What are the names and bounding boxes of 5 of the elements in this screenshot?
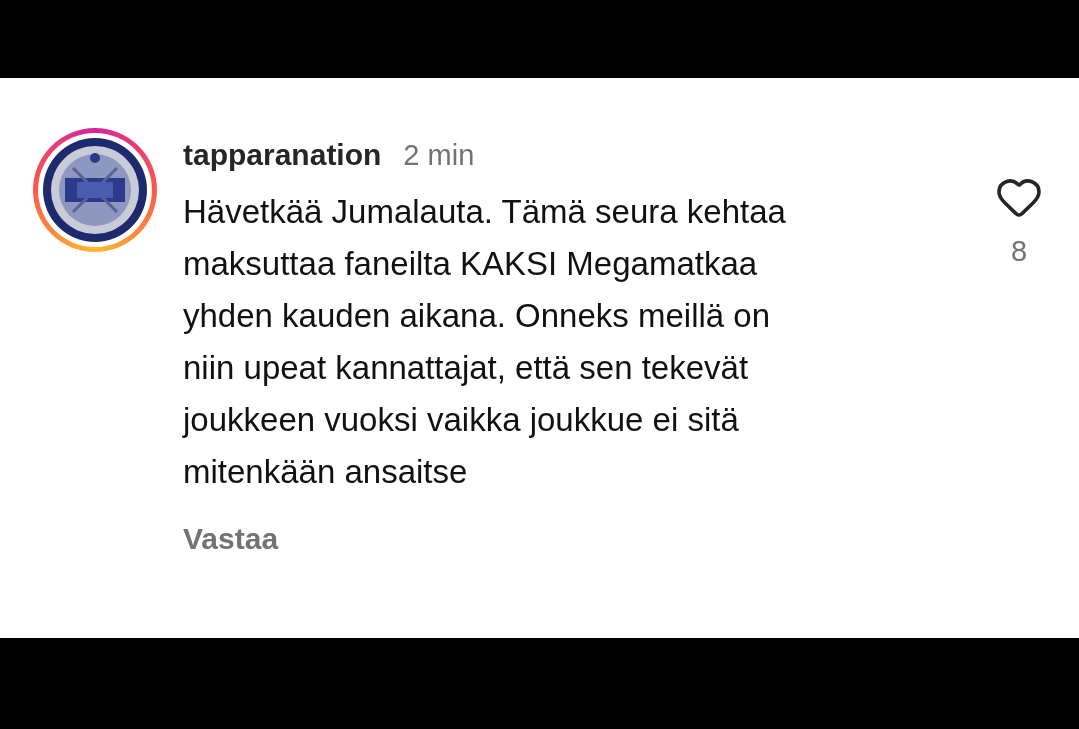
username[interactable]: tapparanation	[183, 138, 382, 172]
comment-text: Hävetkää Jumalauta. Tämä seura kehtaa maksuttaa faneilta KAKSI Megamatkaa yhden kauden aikana. Onneks meillä on niin upeat kannattajat, että sen tekevät joukkeen vuoksi vaikka joukkue ei sitä mitenkään ansaitse	[183, 192, 787, 492]
timestamp: 2 min	[403, 139, 475, 172]
reply-button[interactable]: Vastaa	[183, 522, 279, 556]
like-count: 8	[1010, 235, 1028, 268]
